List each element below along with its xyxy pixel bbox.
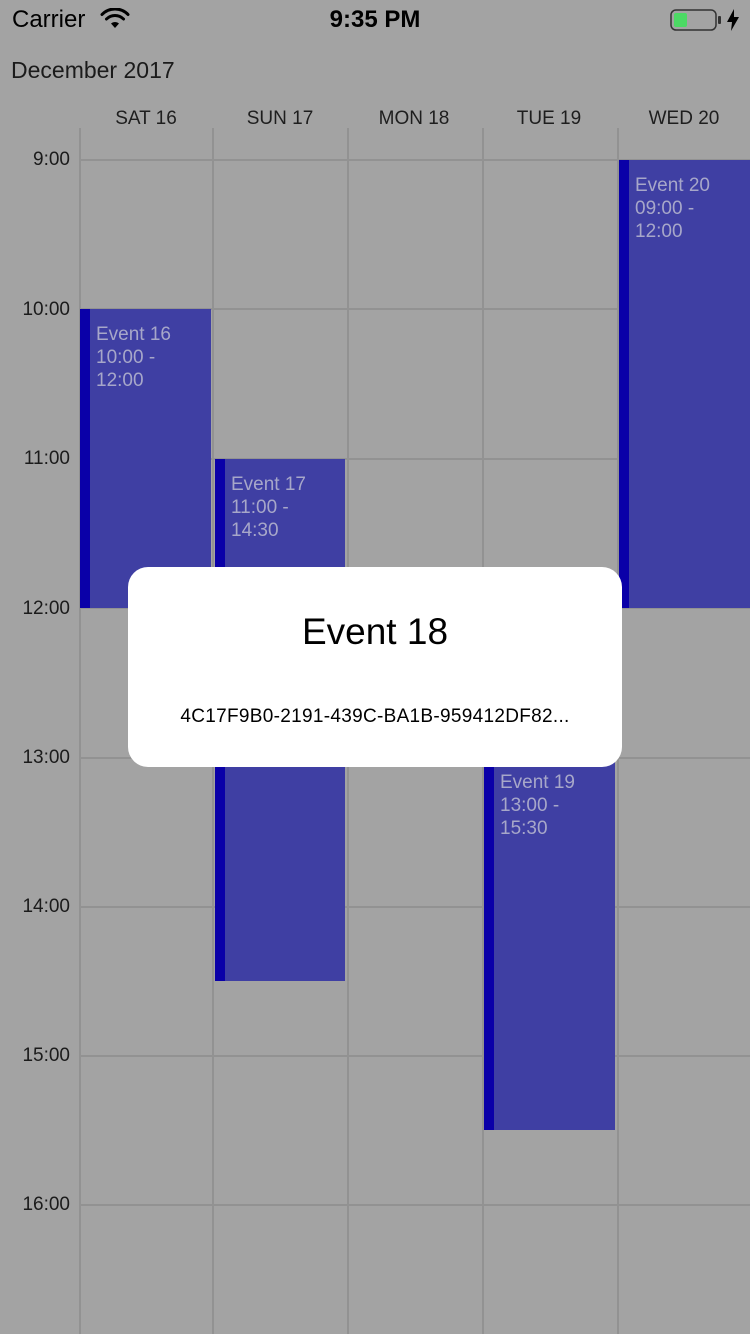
- time-label: 14:00: [22, 896, 70, 917]
- event-19[interactable]: Event 19 13:00 - 15:30: [484, 757, 615, 1130]
- event-17-label: Event 17 11:00 - 14:30: [231, 473, 306, 542]
- time-label: 16:00: [22, 1194, 70, 1215]
- event-title: Event 16: [96, 324, 171, 345]
- event-title: Event 20: [635, 175, 710, 196]
- event-20-label: Event 20 09:00 - 12:00: [635, 174, 710, 243]
- event-title: Event 17: [231, 474, 306, 495]
- event-detail-popup[interactable]: Event 18 4C17F9B0-2191-439C-BA1B-959412D…: [128, 567, 622, 767]
- event-19-label: Event 19 13:00 - 15:30: [500, 771, 575, 840]
- event-time: 10:00 - 12:00: [96, 347, 156, 391]
- event-time: 09:00 - 12:00: [635, 198, 695, 242]
- time-label: 13:00: [22, 747, 70, 768]
- popup-title: Event 18: [301, 611, 449, 652]
- event-16-label: Event 16 10:00 - 12:00: [96, 323, 171, 392]
- hour-line: [80, 1204, 750, 1206]
- event-20[interactable]: Event 20 09:00 - 12:00: [619, 160, 750, 608]
- hour-line: [80, 906, 750, 908]
- time-label: 10:00: [22, 299, 70, 320]
- time-label: 12:00: [22, 598, 70, 619]
- time-label: 15:00: [22, 1045, 70, 1066]
- time-label: 11:00: [23, 448, 70, 469]
- event-title: Event 19: [500, 772, 575, 793]
- event-16[interactable]: Event 16 10:00 - 12:00: [80, 309, 211, 608]
- event-time: 13:00 - 15:30: [500, 795, 560, 839]
- hour-line: [80, 1055, 750, 1057]
- popup-event-id: 4C17F9B0-2191-439C-BA1B-959412DF82...: [180, 706, 570, 727]
- event-time: 11:00 - 14:30: [231, 497, 289, 541]
- time-label: 9:00: [33, 149, 70, 170]
